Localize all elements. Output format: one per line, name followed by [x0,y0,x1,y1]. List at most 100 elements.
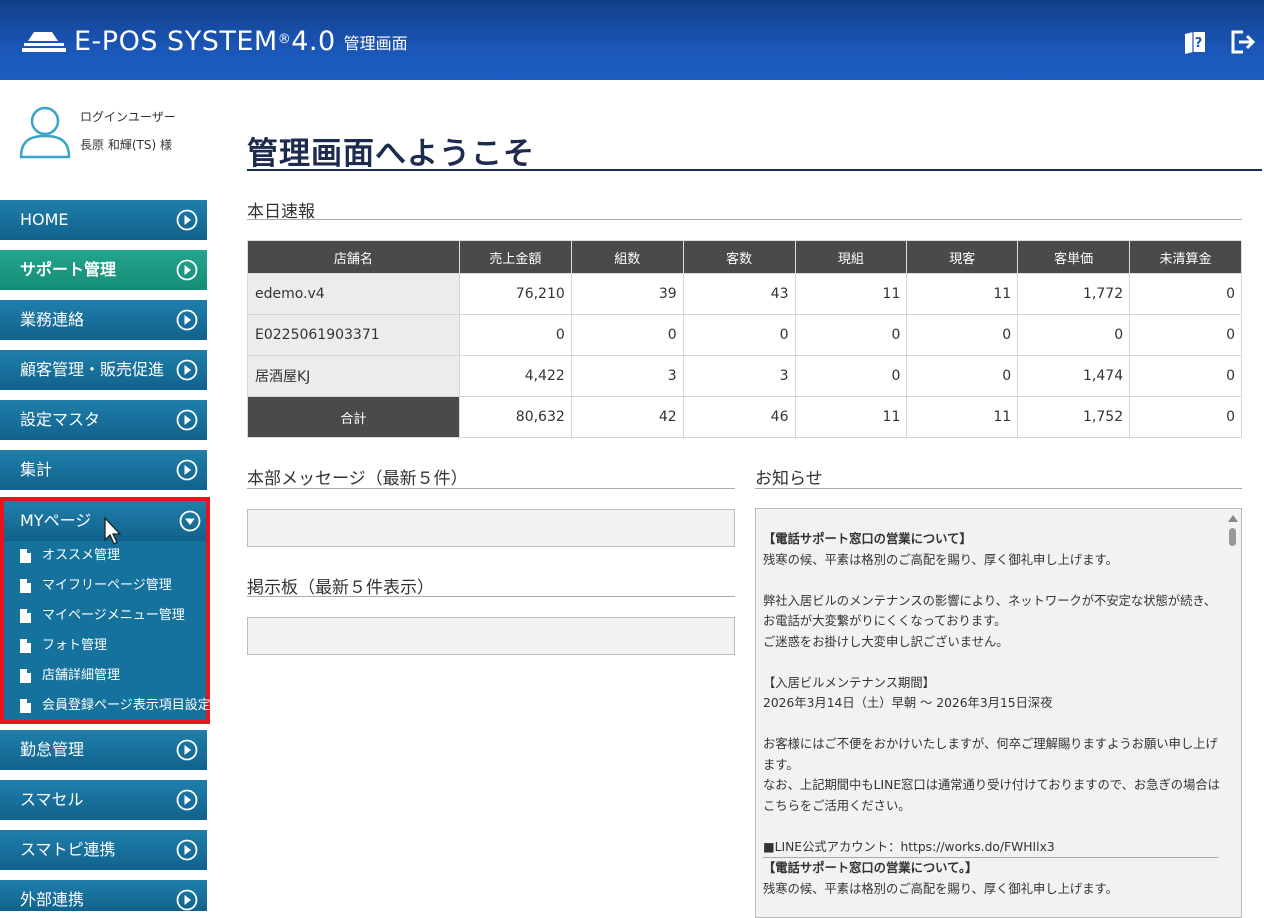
subnav-mypage-menu[interactable]: マイページメニュー管理 [16,601,185,631]
nav-label: 勤怠管理 [20,740,85,759]
document-icon [20,639,31,653]
nav-aggregation[interactable]: 集計 [0,450,207,490]
page-title: 管理画面へようこそ [247,136,535,172]
table-cell: 11 [794,396,908,438]
document-icon [20,549,31,563]
hq-message-title: 本部メッセージ（最新５件） [247,469,468,489]
notice-content: 【電話サポート窓口の営業について】残寒の候、平素は格別のご高配を賜り、厚く御礼申… [763,529,1220,899]
notice-line [763,570,1218,591]
notice-line [763,714,1218,735]
nav-label: HOME [20,210,69,229]
nav-sumatopi[interactable]: スマトピ連携 [0,830,207,870]
notice-line: ます。 [763,757,799,772]
table-cell: 11 [906,273,1019,315]
svg-text:?: ? [1195,36,1203,51]
table-cell: 80,632 [458,396,572,438]
login-user-label: ログインユーザー [80,110,176,124]
nav-customer-management[interactable]: 顧客管理・販売促進 [0,350,207,390]
column-header: 未清算金 [1129,240,1242,274]
logo-mark-icon [22,32,66,52]
scroll-up-icon[interactable] [1228,515,1238,522]
notice-line: 【入居ビルメンテナンス期間】 [763,675,935,690]
notice-line: お客様にはご不便をおかけいたしますが、何卒ご理解賜りますようお願い申し上げ [763,737,1218,751]
circle-arrow-right-icon [176,839,198,861]
subnav-photo[interactable]: フォト管理 [16,631,107,661]
store-name-cell: 居酒屋KJ [247,355,460,397]
scroll-thumb[interactable] [1229,528,1236,546]
table-cell: 0 [794,314,908,356]
circle-arrow-right-icon [176,789,198,811]
logout-icon[interactable] [1229,28,1257,56]
table-cell: 42 [570,396,684,438]
nav-attendance[interactable]: 勤怠管理 [0,730,207,770]
subnav-label: フォト管理 [42,638,108,653]
nav-label: 顧客管理・販売促進 [20,360,165,379]
board-box [247,617,735,655]
table-cell: 1,772 [1017,273,1131,315]
column-header: 売上金額 [458,240,572,274]
subnav-my-free-page[interactable]: マイフリーページ管理 [16,571,172,601]
notice-panel[interactable]: 【電話サポート窓口の営業について】残寒の候、平素は格別のご高配を賜り、厚く御礼申… [755,508,1242,918]
circle-arrow-right-icon [176,739,198,761]
column-header: 現客 [906,240,1019,274]
header-bar: E-POS SYSTEM®4.0 管理画面 ? [0,0,1264,80]
subnav-recommend[interactable]: オススメ管理 [16,541,120,571]
subnav-label: マイフリーページ管理 [42,578,172,593]
nav-support-management[interactable]: サポート管理 [0,250,207,290]
document-icon [20,669,31,683]
nav-label: サポート管理 [20,260,117,279]
subnav-store-detail[interactable]: 店舗詳細管理 [16,661,120,691]
notice-line: 【電話サポート窓口の営業について】 [763,532,972,546]
subnav-label: オススメ管理 [42,548,121,563]
table-cell: 1,752 [1017,396,1131,438]
nav-label: 業務連絡 [20,310,85,329]
table-cell: 0 [570,314,684,356]
logo-title: E-POS SYSTEM®4.0 [74,26,336,57]
column-header: 店舗名 [247,240,460,274]
nav-home[interactable]: HOME [0,200,207,240]
notice-line: 残寒の候、平素は格別のご高配を賜り、厚く御礼申し上げます。 [763,552,1118,567]
nav-label: 集計 [20,460,53,479]
table-cell: 0 [1129,355,1242,397]
table-cell: 0 [1129,314,1242,356]
nav-external-integration[interactable]: 外部連携 [0,880,207,911]
subnav-label: 店舗詳細管理 [42,668,121,683]
circle-arrow-right-icon [176,259,198,281]
notice-line: ■LINE公式アカウント：https://works.do/FWHIlx3 [763,839,1055,854]
section-divider [247,596,735,597]
table-cell: 0 [1129,396,1242,438]
subnav-label: マイページメニュー管理 [42,608,185,623]
login-user-name: 長原 和輝(TS) 様 [80,138,172,152]
help-icon[interactable]: ? [1181,28,1209,56]
subnav-member-registration-settings[interactable]: 会員登録ページ表示項目設定 [16,691,211,721]
today-sales-table: 店舗名 売上金額 組数 客数 現組 現客 客単価 未清算金 edemo.v4 7… [247,240,1242,438]
table-total-row: 合計 80,632 42 46 11 11 1,752 0 [247,396,1242,438]
circle-arrow-right-icon [176,209,198,231]
store-name-cell: E0225061903371 [247,314,460,356]
notice-line: ご迷惑をお掛けし大変申し訳ございません。 [763,634,1009,649]
table-cell: 0 [906,355,1019,397]
title-divider [247,169,1262,171]
notice-scrollbar[interactable] [1224,509,1241,917]
nav-label: スマセル [20,790,84,809]
notice-title: お知らせ [755,469,823,489]
table-cell: 1,474 [1017,355,1131,397]
document-icon [20,699,31,713]
table-cell: 3 [682,355,796,397]
notice-line: なお、上記期間中もLINE窓口は通常通り受け付けておりますので、お急ぎの場合は [763,778,1220,792]
document-icon [20,579,31,593]
table-cell: 0 [458,314,572,356]
table-cell: 4,422 [458,355,572,397]
notice-line: 【電話サポート窓口の営業について。】 [763,857,1218,879]
table-cell: 0 [906,314,1019,356]
table-cell: 0 [1129,273,1242,315]
nav-business-contact[interactable]: 業務連絡 [0,300,207,340]
table-cell: 0 [682,314,796,356]
table-cell: 39 [570,273,684,315]
app-logo: E-POS SYSTEM®4.0 管理画面 [22,26,408,58]
table-cell: 11 [794,273,908,315]
nav-sumaseru[interactable]: スマセル [0,780,207,820]
column-header: 客単価 [1017,240,1131,274]
nav-settings-master[interactable]: 設定マスタ [0,400,207,440]
hq-message-box [247,509,735,547]
